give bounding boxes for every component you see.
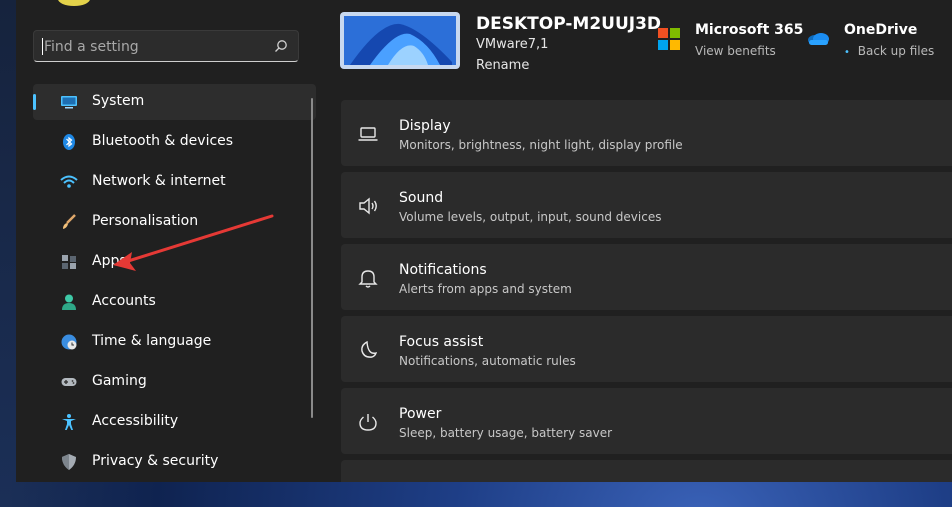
- sidebar-item-label: Time & language: [92, 333, 212, 349]
- sidebar-item-gaming[interactable]: Gaming: [33, 364, 316, 400]
- user-avatar: [58, 0, 90, 6]
- onedrive-subtitle-text: Back up files: [857, 44, 935, 58]
- rename-link[interactable]: Rename: [476, 58, 529, 73]
- sidebar-item-privacy-security[interactable]: Privacy & security: [33, 444, 316, 480]
- card-title: Display: [399, 118, 451, 134]
- power-icon: [359, 414, 377, 431]
- card-description: Notifications, automatic rules: [399, 354, 576, 368]
- sidebar-item-label: System: [92, 93, 145, 109]
- microsoft-logo-icon: [658, 28, 680, 50]
- search-icon[interactable]: [274, 39, 288, 53]
- card-description: Volume levels, output, input, sound devi…: [399, 210, 662, 224]
- card-focus-assist[interactable]: Focus assist Notifications, automatic ru…: [341, 316, 952, 382]
- sidebar-item-accessibility[interactable]: Accessibility: [33, 404, 316, 440]
- device-model: VMware7,1: [476, 37, 549, 52]
- sidebar-item-label: Gaming: [92, 373, 147, 389]
- sidebar-item-label: Apps: [92, 253, 127, 269]
- search-input[interactable]: [42, 31, 266, 63]
- sidebar-item-network[interactable]: Network & internet: [33, 164, 316, 200]
- sidebar-item-bluetooth[interactable]: Bluetooth & devices: [33, 124, 316, 160]
- sidebar-item-label: Accessibility: [92, 413, 179, 429]
- shield-icon: [62, 454, 76, 470]
- speaker-icon: [359, 197, 377, 215]
- card-description: Sleep, battery usage, battery saver: [399, 426, 613, 440]
- card-partial[interactable]: [341, 460, 952, 482]
- card-title: Power: [399, 406, 442, 422]
- monitor-icon: [61, 96, 77, 109]
- sidebar-item-time-language[interactable]: Time & language: [33, 324, 316, 360]
- settings-window: System Bluetooth & devices Network & int…: [16, 0, 952, 482]
- microsoft365-subtitle[interactable]: View benefits: [695, 44, 776, 58]
- onedrive-cloud-icon: [808, 33, 829, 45]
- card-description: Alerts from apps and system: [399, 282, 572, 296]
- card-title: Sound: [399, 190, 444, 206]
- card-power[interactable]: Power Sleep, battery usage, battery save…: [341, 388, 952, 454]
- onedrive-subtitle[interactable]: • Back up files: [844, 44, 934, 58]
- sidebar-item-label: Bluetooth & devices: [92, 133, 234, 149]
- wifi-icon: [60, 175, 78, 188]
- device-wallpaper-thumbnail: [340, 12, 460, 69]
- gamepad-icon: [61, 378, 77, 386]
- device-name: DESKTOP-M2UUJ3D: [476, 14, 662, 34]
- search-box[interactable]: [33, 30, 299, 63]
- sidebar-scrollbar[interactable]: [311, 98, 313, 418]
- brush-icon: [63, 214, 76, 229]
- card-display[interactable]: Display Monitors, brightness, night ligh…: [341, 100, 952, 166]
- onedrive-title[interactable]: OneDrive: [844, 22, 917, 38]
- apps-icon: [62, 255, 76, 269]
- sidebar-item-label: Privacy & security: [92, 453, 219, 469]
- card-sound[interactable]: Sound Volume levels, output, input, soun…: [341, 172, 952, 238]
- accessibility-icon: [62, 414, 76, 430]
- card-title: Focus assist: [399, 334, 484, 350]
- moon-icon: [361, 340, 378, 358]
- globe-clock-icon: [61, 334, 77, 350]
- status-dot-icon: •: [844, 47, 850, 58]
- card-title: Notifications: [399, 262, 487, 278]
- sidebar-item-label: Network & internet: [92, 173, 226, 189]
- laptop-icon: [358, 127, 378, 141]
- sidebar-item-label: Personalisation: [92, 213, 199, 229]
- microsoft365-title[interactable]: Microsoft 365: [695, 22, 803, 38]
- sidebar-item-apps[interactable]: Apps: [33, 244, 316, 280]
- sidebar-item-system[interactable]: System: [33, 84, 316, 120]
- card-notifications[interactable]: Notifications Alerts from apps and syste…: [341, 244, 952, 310]
- sidebar-item-accounts[interactable]: Accounts: [33, 284, 316, 320]
- card-description: Monitors, brightness, night light, displ…: [399, 138, 683, 152]
- sidebar-item-label: Accounts: [92, 293, 156, 309]
- person-icon: [62, 294, 76, 310]
- sidebar-item-personalisation[interactable]: Personalisation: [33, 204, 316, 240]
- bell-icon: [358, 270, 378, 288]
- bluetooth-icon: [63, 134, 75, 150]
- sidebar-nav: System Bluetooth & devices Network & int…: [33, 84, 316, 482]
- text-caret: [42, 38, 43, 55]
